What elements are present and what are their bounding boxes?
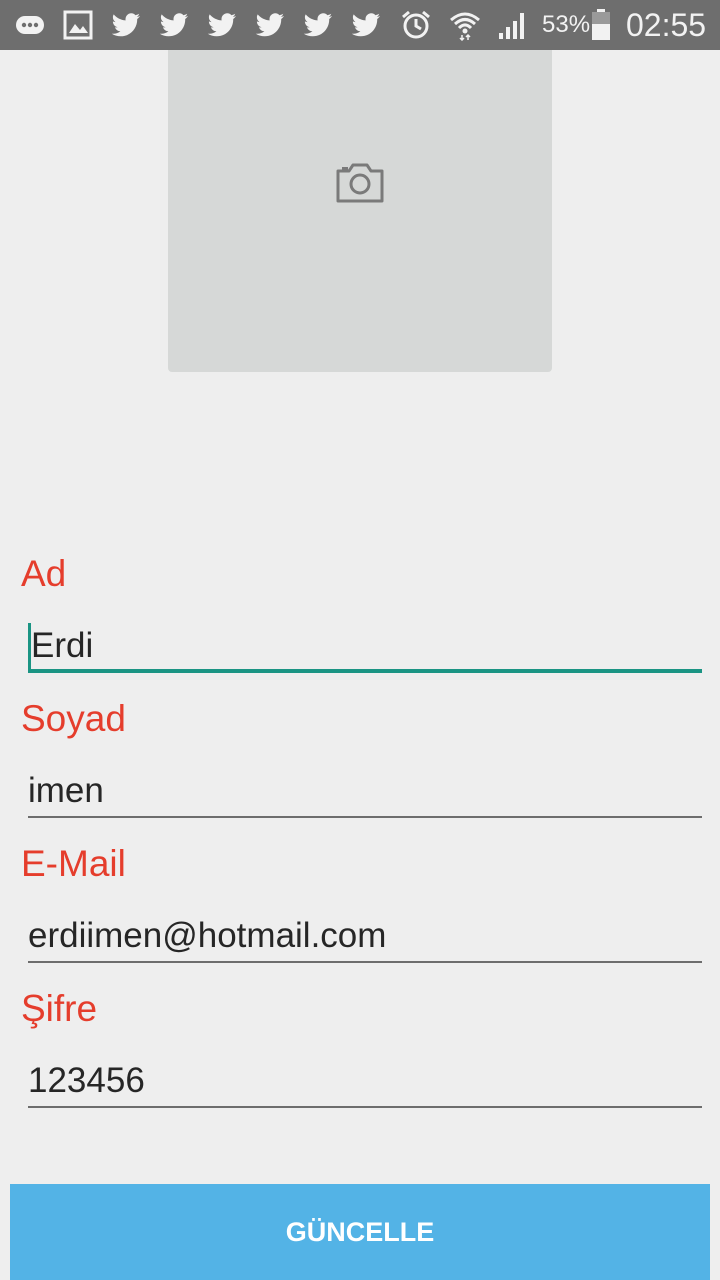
- signal-icon: [499, 13, 524, 39]
- email-input[interactable]: [28, 911, 702, 961]
- twitter-icon: [303, 13, 332, 37]
- status-bar: 53% 02:55: [0, 0, 720, 50]
- email-field[interactable]: [28, 911, 702, 963]
- email-label: E-Mail: [21, 843, 126, 884]
- profile-photo-placeholder[interactable]: [168, 50, 552, 372]
- twitter-icon: [351, 13, 380, 37]
- update-button[interactable]: GÜNCELLE: [10, 1184, 710, 1280]
- battery-percent: 53%: [542, 11, 591, 38]
- surname-field[interactable]: [28, 766, 702, 818]
- wifi-icon: [450, 12, 480, 41]
- password-field[interactable]: [28, 1056, 702, 1108]
- name-label: Ad: [21, 553, 67, 594]
- name-field[interactable]: [28, 621, 705, 673]
- twitter-icon: [111, 13, 140, 37]
- surname-label: Soyad: [21, 698, 126, 739]
- twitter-icon: [159, 13, 188, 37]
- twitter-icon: [207, 13, 236, 37]
- clock-time: 02:55: [626, 7, 707, 43]
- password-input[interactable]: [28, 1056, 702, 1106]
- twitter-icon: [255, 13, 284, 37]
- alarm-icon: [402, 10, 430, 39]
- name-input[interactable]: [31, 621, 705, 671]
- camera-icon: [336, 163, 384, 203]
- message-icon: [16, 16, 44, 34]
- gallery-icon: [63, 10, 93, 40]
- surname-input[interactable]: [28, 766, 702, 816]
- password-label: Şifre: [21, 988, 98, 1029]
- battery-icon: [592, 9, 610, 40]
